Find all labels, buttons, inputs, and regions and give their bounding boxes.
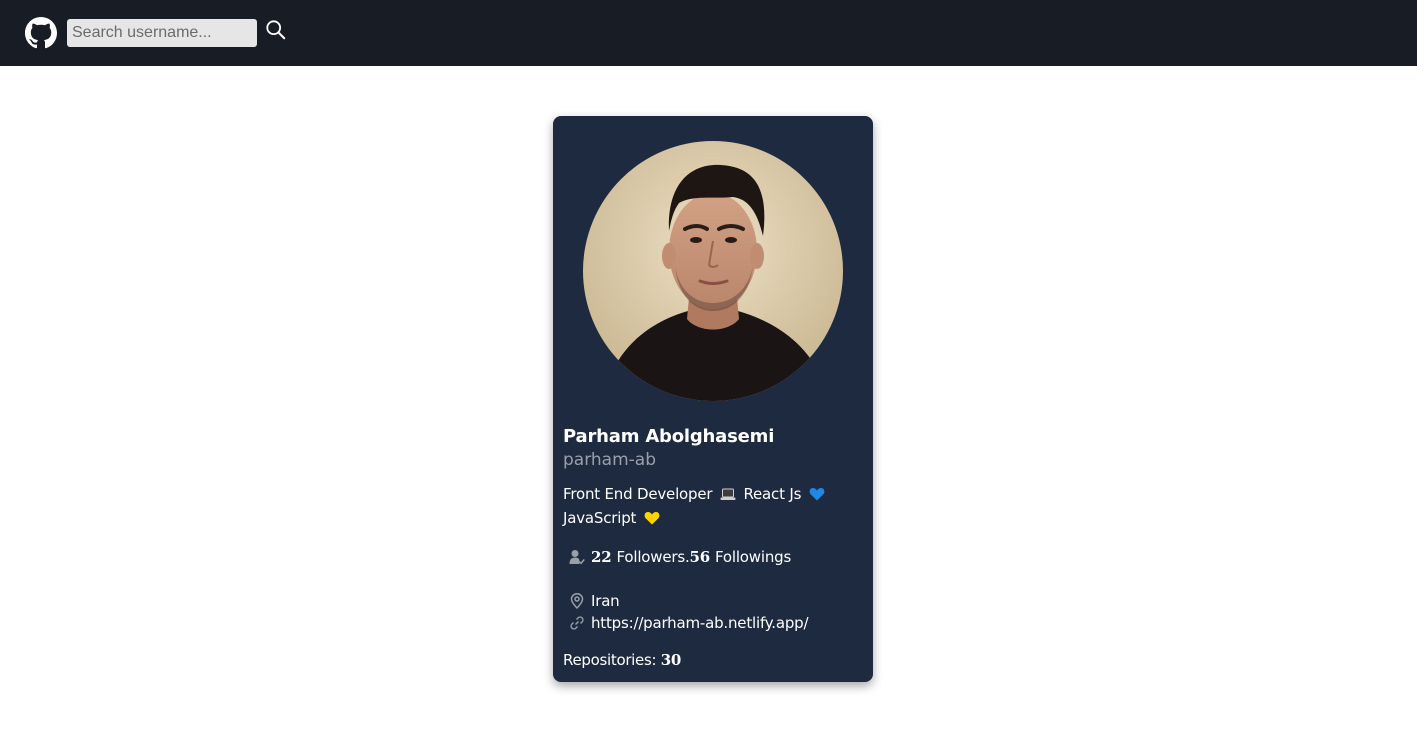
profile-card: Parham Abolghasemi parham-ab Front End D… [553, 116, 873, 682]
repositories-value: 30 [660, 651, 682, 669]
user-check-icon [569, 549, 585, 565]
following-label: Followings [715, 548, 792, 566]
map-pin-icon [569, 593, 585, 609]
link-icon [569, 616, 585, 630]
followers-row: 22 Followers. 56 Followings [569, 548, 791, 566]
followers-count: 22 [591, 548, 612, 566]
avatar [583, 141, 843, 401]
blog-row: https://parham-ab.netlify.app/ [569, 614, 809, 632]
blue-heart-emoji [809, 485, 825, 507]
top-navbar [0, 0, 1417, 66]
repositories-label: Repositories: [563, 651, 657, 669]
yellow-heart-emoji [644, 509, 660, 531]
bio-text-role: Front End Developer [563, 485, 713, 503]
search-input[interactable] [67, 19, 257, 47]
profile-bio: Front End Developer React Js JavaScript [563, 483, 853, 531]
followers-label: Followers. [616, 548, 690, 566]
search-icon [265, 19, 287, 44]
location-text: Iran [591, 592, 620, 610]
search-button[interactable] [264, 19, 288, 43]
blog-link[interactable]: https://parham-ab.netlify.app/ [591, 614, 809, 632]
bio-text-javascript: JavaScript [563, 509, 637, 527]
github-icon[interactable] [25, 17, 57, 49]
location-row: Iran [569, 592, 620, 610]
laptop-emoji [720, 485, 736, 507]
profile-name: Parham Abolghasemi [563, 426, 775, 447]
repositories-count: Repositories: 30 [563, 651, 681, 669]
bio-text-react: React Js [743, 485, 802, 503]
profile-username: parham-ab [563, 450, 656, 470]
following-count: 56 [689, 548, 711, 566]
